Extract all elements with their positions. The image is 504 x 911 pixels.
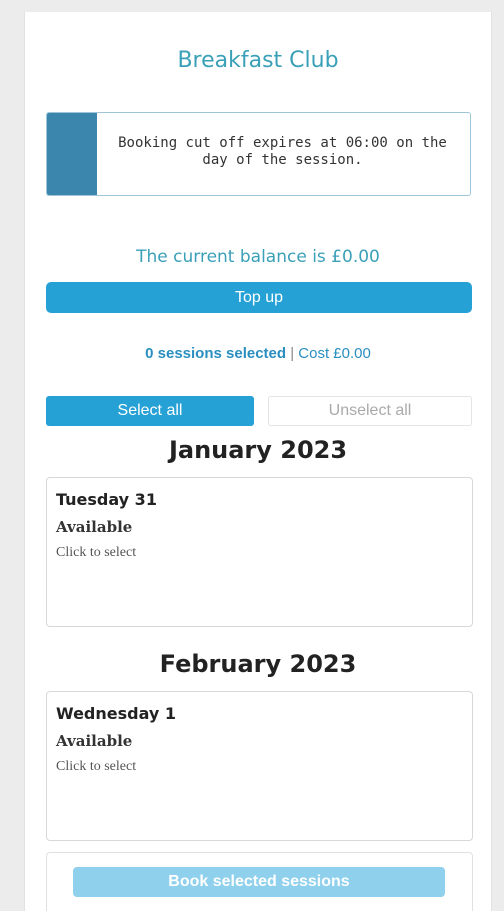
notice-text: Booking cut off expires at 06:00 on the … [118, 135, 447, 168]
cutoff-notice: Booking cut off expires at 06:00 on the … [46, 112, 471, 196]
session-day: Wednesday 1 [56, 704, 177, 723]
book-panel: Book selected sessions [46, 852, 473, 911]
sessions-selected-count: 0 sessions selected [145, 345, 287, 362]
top-up-button[interactable]: Top up [46, 282, 472, 313]
booking-page: Breakfast Club Booking cut off expires a… [24, 12, 492, 911]
session-card-tuesday-31[interactable]: Tuesday 31 Available Click to select [46, 477, 473, 627]
session-status: Available [56, 518, 133, 536]
unselect-all-button[interactable]: Unselect all [268, 396, 472, 426]
balance-text: The current balance is £0.00 [136, 247, 380, 267]
session-hint: Click to select [56, 545, 137, 560]
month-heading-february: February 2023 [159, 650, 357, 678]
selection-cost: Cost £0.00 [298, 345, 371, 362]
book-selected-sessions-button[interactable]: Book selected sessions [73, 867, 445, 897]
session-status: Available [56, 732, 133, 750]
session-card-wednesday-1[interactable]: Wednesday 1 Available Click to select [46, 691, 473, 841]
session-day: Tuesday 31 [56, 490, 157, 509]
selection-summary: 0 sessions selected | Cost £0.00 [25, 345, 491, 362]
select-all-button[interactable]: Select all [46, 396, 254, 426]
page-title: Breakfast Club [177, 48, 339, 73]
summary-separator: | [286, 345, 299, 362]
session-hint: Click to select [56, 759, 137, 774]
month-heading-january: January 2023 [168, 436, 348, 464]
notice-accent-bar [47, 113, 97, 195]
